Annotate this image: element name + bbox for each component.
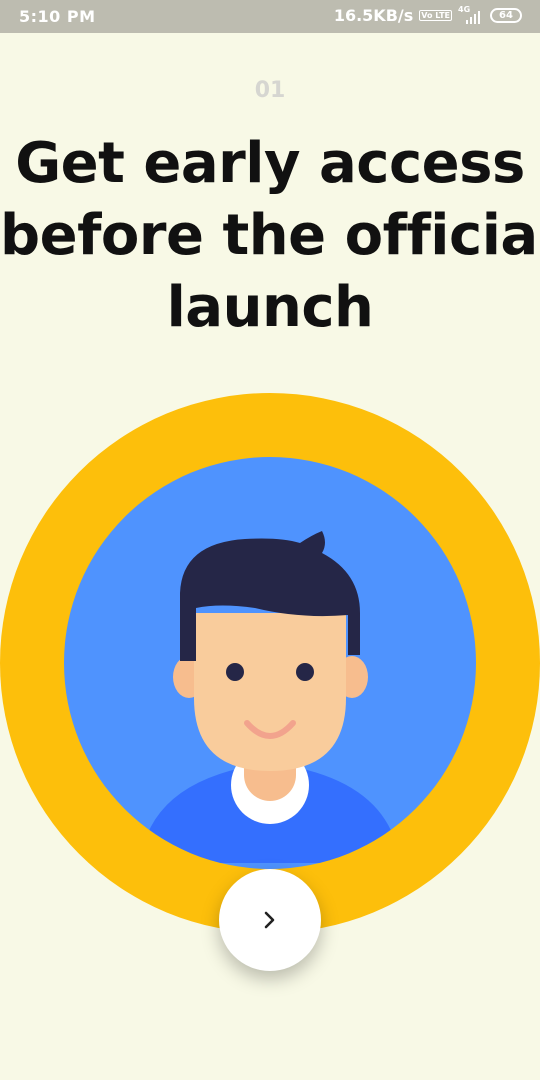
status-bar: 5:10 PM 16.5KB/s Vo LTE 4G 64 [0,0,540,33]
next-button[interactable] [219,869,321,971]
status-right: 16.5KB/s Vo LTE 4G 64 [333,5,522,25]
headline-line: Get early access [15,131,525,196]
volte-icon: Vo LTE [419,10,452,21]
face [194,613,346,771]
avatar-svg [0,393,540,933]
avatar-illustration [0,393,540,933]
battery-icon: 64 [490,8,522,23]
right-eye [296,663,314,681]
left-eye [226,663,244,681]
chevron-right-icon [264,911,275,929]
headline-line: before the official [0,203,540,268]
network-speed: 16.5KB/s [333,6,414,25]
headline: Get early access before the official lau… [0,128,540,344]
step-number: 01 [254,78,286,103]
battery-level: 64 [499,9,513,21]
status-time: 5:10 PM [19,7,96,26]
headline-line: launch [166,275,374,340]
signal-icon: 4G [458,5,484,25]
